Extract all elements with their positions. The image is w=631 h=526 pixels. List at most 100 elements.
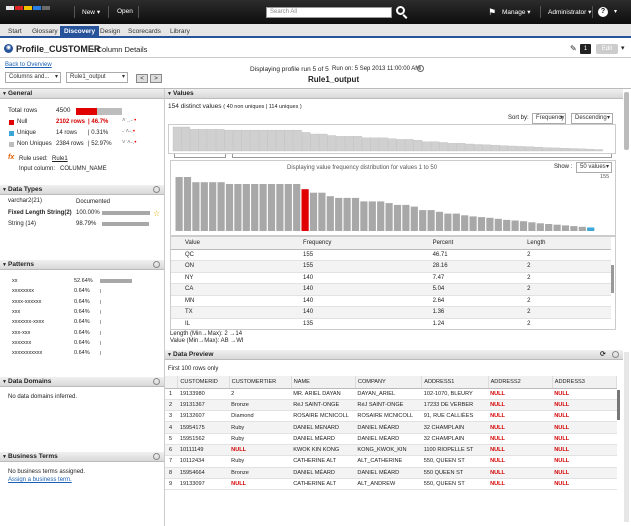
frequency-bar[interactable]: [326, 196, 334, 231]
frequency-bar[interactable]: [343, 197, 351, 231]
values-column-header[interactable]: Frequency: [303, 237, 433, 250]
column-select[interactable]: Rule1_output: [66, 72, 128, 83]
frequency-bar[interactable]: [503, 219, 511, 231]
open-button[interactable]: Open: [117, 8, 133, 15]
back-to-overview-link[interactable]: Back to Overview: [5, 62, 52, 68]
assign-business-term-link[interactable]: Assign a business term.: [8, 477, 72, 483]
values-header[interactable]: ▼ Values: [165, 89, 623, 99]
frequency-bar[interactable]: [259, 184, 267, 231]
preview-table-row[interactable]: 8 15954664 Bronze DANIEL MÉARD DANIEL MÉARD 5…: [165, 467, 617, 479]
values-table-row[interactable]: IL 135 1.24 2: [171, 318, 611, 329]
frequency-bar[interactable]: [318, 192, 326, 231]
frequency-bar[interactable]: [377, 201, 385, 231]
frequency-bar[interactable]: [528, 222, 536, 231]
comment-badge[interactable]: 1: [580, 44, 591, 54]
values-column-header[interactable]: Percent: [432, 237, 528, 250]
frequency-bar[interactable]: [385, 203, 393, 231]
frequency-bar[interactable]: [225, 184, 234, 231]
preview-table-row[interactable]: 1 19133980 2 MR. ARIEL DAYAN DAYAN_ARIEL 102-…: [165, 388, 617, 400]
frequency-bar[interactable]: [486, 217, 494, 231]
next-column-button[interactable]: >: [150, 74, 162, 83]
values-column-header[interactable]: Length: [527, 237, 611, 250]
frequency-bar[interactable]: [444, 213, 452, 231]
frequency-bar[interactable]: [402, 204, 410, 231]
values-column-header[interactable]: Value: [171, 237, 304, 250]
frequency-bar[interactable]: [511, 220, 519, 232]
values-table-row[interactable]: QC 155 46.71 2: [171, 249, 611, 261]
page-scrollbar[interactable]: [624, 352, 629, 522]
frequency-bar[interactable]: [267, 184, 276, 231]
frequency-bar[interactable]: [301, 189, 309, 231]
tab-discovery[interactable]: Discovery: [60, 26, 100, 38]
frequency-bar[interactable]: [276, 184, 284, 231]
more-icon[interactable]: ▾: [621, 44, 625, 52]
search-input[interactable]: Search All: [266, 7, 392, 18]
frequency-bar[interactable]: [461, 215, 469, 231]
pencil-icon[interactable]: ✎: [570, 44, 577, 53]
business-terms-header[interactable]: ▼ Business Terms: [0, 452, 164, 462]
frequency-bar[interactable]: [242, 184, 250, 231]
frequency-bar[interactable]: [360, 201, 368, 231]
preview-column-header[interactable]: CUSTOMERID: [177, 376, 230, 389]
frequency-bar-chart[interactable]: [175, 177, 605, 233]
values-scrollbar[interactable]: [624, 92, 629, 150]
preview-table-row[interactable]: 5 15951562 Ruby DANIEL MÉARD DANIEL MÉARD 32 …: [165, 433, 617, 445]
preview-table-row[interactable]: 7 10112434 Ruby CATHERINE ALT ALT_CATHERINE 5…: [165, 455, 617, 468]
frequency-bar[interactable]: [545, 224, 553, 231]
show-values-select[interactable]: 50 values: [576, 162, 612, 173]
tab-glossary[interactable]: Glossary: [28, 26, 62, 38]
preview-table-row[interactable]: 6 10111149 NULL KWOK KIN KONG KONG_KWOK_KIN 1…: [165, 444, 617, 457]
frequency-bar[interactable]: [435, 211, 444, 231]
frequency-bar[interactable]: [200, 182, 208, 231]
frequency-bar[interactable]: [192, 182, 200, 231]
frequency-bar[interactable]: [578, 226, 586, 231]
frequency-bar[interactable]: [251, 184, 259, 231]
data-domains-header[interactable]: ▼ Data Domains: [0, 377, 164, 387]
frequency-bar[interactable]: [587, 227, 595, 232]
frequency-bar[interactable]: [452, 213, 460, 231]
frequency-bar[interactable]: [293, 184, 301, 231]
preview-table-row[interactable]: 4 15954175 Ruby DANIEL MENARD DANIEL MÉARD 32…: [165, 421, 617, 434]
info-icon[interactable]: i: [417, 65, 424, 72]
frequency-bar[interactable]: [419, 210, 427, 231]
tab-library[interactable]: Library: [166, 26, 194, 38]
frequency-bar[interactable]: [477, 217, 486, 231]
new-menu[interactable]: New ▾: [82, 8, 100, 16]
frequency-bar[interactable]: [284, 184, 292, 231]
data-types-header[interactable]: ▼ Data Types: [0, 185, 164, 195]
preview-table-row[interactable]: 9 19133097 NULL CATHERINE ALT ALT_ANDREW 550,…: [165, 478, 617, 491]
sort-order-select[interactable]: Descending: [571, 113, 613, 124]
user-menu[interactable]: Administrator ▾: [548, 8, 591, 16]
edit-button[interactable]: Edit: [596, 44, 618, 54]
preview-table-row[interactable]: 2 19131367 Bronze RéJ SAINT-ONGE RéJ SAINT-O…: [165, 399, 617, 412]
tab-scorecards[interactable]: Scorecards: [124, 26, 165, 38]
frequency-bar[interactable]: [410, 206, 418, 231]
preview-column-header[interactable]: NAME: [291, 376, 356, 389]
values-table-row[interactable]: ON 155 28.16 2: [171, 260, 611, 273]
frequency-bar[interactable]: [183, 177, 192, 231]
preview-table-row[interactable]: 3 19132607 Diamond ROSAIRE MCNICOLL ROSAIRE …: [165, 410, 617, 423]
frequency-bar[interactable]: [368, 201, 376, 231]
frequency-bar[interactable]: [217, 182, 225, 231]
preview-column-header[interactable]: [165, 376, 179, 389]
general-header[interactable]: ▼ General: [0, 89, 164, 99]
overview-chart[interactable]: [168, 124, 616, 154]
preview-column-header[interactable]: CUSTOMERTIER: [229, 376, 292, 389]
sort-by-select[interactable]: Frequency: [532, 113, 566, 124]
frequency-bar[interactable]: [553, 224, 561, 231]
frequency-bar[interactable]: [570, 226, 578, 231]
frequency-bar[interactable]: [494, 218, 502, 231]
refresh-icon[interactable]: ⟳: [600, 350, 606, 358]
preview-column-header[interactable]: COMPANY: [355, 376, 423, 389]
frequency-bar[interactable]: [234, 184, 242, 231]
frequency-bar[interactable]: [175, 177, 183, 231]
flag-icon[interactable]: ⚑: [488, 7, 496, 18]
search-icon[interactable]: [396, 6, 405, 15]
patterns-header[interactable]: ▼ Patterns: [0, 260, 164, 270]
tab-start[interactable]: Start: [4, 26, 26, 38]
frequency-bar[interactable]: [209, 182, 217, 231]
values-table-row[interactable]: TX 140 1.36 2: [171, 306, 611, 319]
frequency-bar[interactable]: [536, 223, 544, 231]
tab-design[interactable]: Design: [96, 26, 124, 38]
frequency-bar[interactable]: [469, 216, 477, 231]
